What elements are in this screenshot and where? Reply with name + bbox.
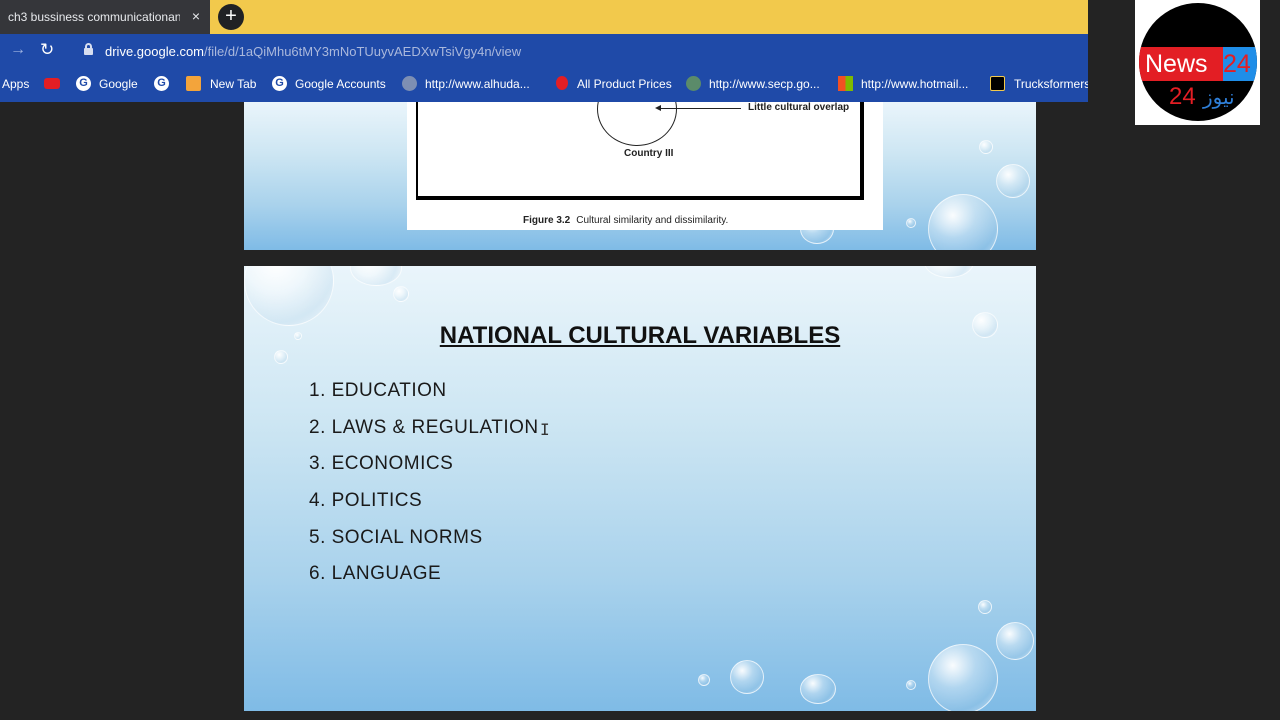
bookmark-product-prices[interactable]: All Product Prices [577,77,672,91]
list-item: 4. POLITICS [309,490,423,512]
address-bar[interactable]: drive.google.com/file/d/1aQiMhu6tMY3mNoT… [105,44,521,59]
bookmark-secp[interactable]: http://www.secp.go... [709,77,820,91]
caption-text: Cultural similarity and dissimilarity. [576,215,729,226]
logo-news-text: News [1139,47,1223,81]
water-drop [350,266,402,286]
water-drop [928,194,998,250]
google-icon: G [272,76,287,91]
new-tab-button[interactable]: + [218,4,244,30]
water-drop [996,622,1034,660]
site-icon [402,76,417,91]
overlap-label: Little cultural overlap [748,102,850,113]
water-drop [393,286,409,302]
tab-bar: ch3 bussiness communicationand × + [0,0,1088,34]
lock-icon[interactable] [84,43,93,55]
slide-title: NATIONAL CULTURAL VARIABLES [439,322,841,349]
list-item: 1. EDUCATION [309,380,447,401]
browser-tab[interactable]: ch3 bussiness communicationand × [0,0,210,34]
water-drop [244,266,334,326]
overlap-arrow [655,105,741,111]
bookmark-google[interactable]: Google [99,77,138,91]
figure-caption: Figure 3.2 Cultural similarity and dissim… [523,215,728,226]
google-icon[interactable]: G [154,76,169,91]
country-label: Country III [624,148,674,159]
tab-title: ch3 bussiness communicationand [8,10,180,24]
windows-icon [838,76,853,91]
water-drop [996,164,1030,198]
water-drop [979,140,993,154]
water-drop [978,600,992,614]
url-path: /file/d/1aQiMhu6tMY3mNoTUuyvAEDXwTsiVgy4… [204,44,522,59]
water-drop [274,350,288,364]
water-drop [906,680,916,690]
bookmark-alhuda[interactable]: http://www.alhuda... [425,77,530,91]
logo-number-top: 24 [1223,47,1257,81]
site-icon [686,76,701,91]
site-icon [556,76,568,90]
text-cursor-icon: I [540,420,550,439]
logo-circle: News 24 24 نیوز [1139,3,1257,121]
slide-current: NATIONAL CULTURAL VARIABLES 1. EDUCATION… [244,266,1036,711]
logo-number-bottom: 24 [1169,83,1196,110]
water-drop [928,644,998,711]
forward-arrow-icon[interactable]: → [10,41,26,59]
caption-number: Figure 3.2 [523,215,571,226]
water-drop [924,266,974,278]
url-host: drive.google.com [105,44,204,59]
bookmark-hotmail[interactable]: http://www.hotmail... [861,77,968,91]
reload-icon[interactable]: ↻ [40,40,54,60]
newtab-icon [186,76,201,91]
slide-previous: Little cultural overlap Country III Figu… [244,102,1036,250]
site-icon [990,76,1005,91]
bookmark-trucksformers[interactable]: Trucksformers [1014,77,1090,91]
youtube-icon[interactable] [44,78,60,89]
news24-logo: News 24 24 نیوز [1135,0,1260,125]
bookmarks-bar: Apps G Google G New Tab G Google Account… [0,68,1090,102]
list-item: 2. LAWS & REGULATION [309,416,539,438]
water-drop [800,674,836,704]
browser-toolbar: → ↻ drive.google.com/file/d/1aQiMhu6tMY3… [0,34,1088,68]
water-drop [906,218,916,228]
google-icon: G [76,76,91,91]
list-item: 6. LANGUAGE [309,563,442,585]
list-item: 3. ECONOMICS [309,453,454,475]
logo-urdu-text: نیوز [1203,87,1235,109]
bookmark-google-accounts[interactable]: Google Accounts [295,77,386,91]
figure-3-2: Little cultural overlap Country III Figu… [407,102,883,230]
bookmark-new-tab[interactable]: New Tab [210,77,256,91]
variables-list: 1. EDUCATION 2. LAWS & REGULATION 3. ECO… [309,380,539,600]
water-drop [698,674,710,686]
bookmark-apps[interactable]: Apps [2,77,29,91]
close-tab-icon[interactable]: × [192,8,200,24]
water-drop [730,660,764,694]
list-item: 5. SOCIAL NORMS [309,526,483,548]
